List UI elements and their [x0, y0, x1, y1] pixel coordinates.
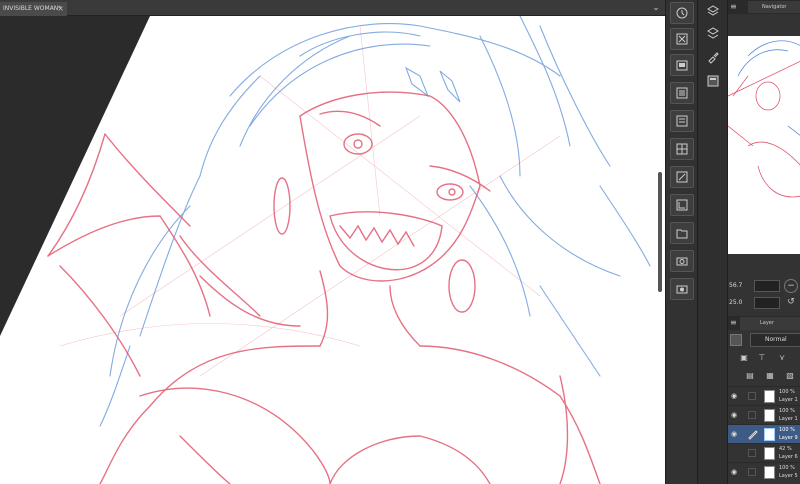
brush-icon[interactable] [702, 46, 724, 68]
layer-opacity: 100 % [779, 408, 795, 414]
merge-layer-icon[interactable] [670, 110, 694, 132]
layer-name: Layer 1 [779, 416, 798, 422]
folder-icon[interactable] [670, 222, 694, 244]
zoom-value: 56.7 [729, 282, 743, 289]
zoom-slider[interactable] [754, 280, 780, 292]
ruler-icon[interactable] [670, 194, 694, 216]
camera-alt-icon[interactable] [670, 278, 694, 300]
blend-mode-select[interactable]: Normal [750, 333, 800, 347]
layer-row[interactable]: ◉ 100 % Layer 5 [728, 462, 800, 481]
layer-toolbar: ▣ ⊤ ⋎ ▤ ▦ ▧ [728, 350, 800, 386]
sketch-canvas[interactable] [0, 16, 665, 484]
layer-row[interactable]: ◉ 100 % Layer 1 [728, 405, 800, 424]
reference-layer-icon[interactable]: ⊤ [756, 352, 768, 364]
document-tab[interactable]: INVISIBLE WOMAN* × [0, 2, 67, 16]
layer-tab-bar: ≡ Layer [728, 316, 800, 330]
lock-checkbox[interactable] [748, 411, 756, 419]
draft-layer-icon[interactable]: ⋎ [776, 352, 788, 364]
side-bar [697, 0, 727, 484]
lock-alpha-icon[interactable]: ▧ [784, 370, 796, 382]
rotate-view-icon[interactable] [670, 2, 694, 24]
menu-icon[interactable]: ≡ [730, 2, 740, 12]
eye-icon[interactable] [731, 449, 741, 457]
lock-checkbox[interactable] [748, 468, 756, 476]
eye-icon[interactable]: ◉ [731, 430, 741, 438]
rotate-reset-icon[interactable]: ↺ [784, 296, 798, 310]
zoom-out-icon[interactable]: − [784, 279, 798, 293]
lock-checkbox[interactable] [748, 449, 756, 457]
layer-menu-icon[interactable]: ≡ [730, 318, 740, 328]
layer-row[interactable]: ◉ 100 % Layer 1 [728, 386, 800, 405]
layer-thumbnail [764, 447, 775, 460]
layer-row-selected[interactable]: ◉ 100 % Layer 9 [728, 424, 800, 443]
layer-name: Layer 1 [779, 397, 798, 403]
tab-navigator[interactable]: Navigator [748, 1, 800, 13]
layer-thumbnail [764, 409, 775, 422]
layer-thumbnail [764, 390, 775, 403]
layer-tab-label: Layer [760, 320, 774, 326]
zoom-control: 56.7 − [728, 278, 800, 294]
vertical-scrollbar[interactable] [658, 172, 662, 292]
navigator-tab-bar: ≡ Navigator [728, 0, 800, 14]
layers-alt-icon[interactable] [702, 22, 724, 44]
blend-mode-row: Normal [728, 332, 800, 348]
eye-icon[interactable]: ◉ [731, 411, 741, 419]
layer-name: Layer 6 [779, 454, 798, 460]
layer-property-icon[interactable] [670, 166, 694, 188]
layers-stack-icon[interactable] [702, 0, 724, 22]
rotate-value: 25.0 [729, 299, 743, 306]
layer-opacity: 42 % [779, 446, 792, 452]
layer-row[interactable]: 42 % Layer 6 [728, 443, 800, 462]
pen-icon [748, 430, 758, 440]
layer-mask-icon[interactable]: ▣ [738, 352, 750, 364]
chevron-down-icon[interactable]: ⌄ [650, 2, 662, 14]
layer-thumbnail [764, 428, 775, 441]
layer-thumbnail [764, 466, 775, 479]
layer-opacity: 100 % [779, 427, 795, 433]
layer-folder-icon[interactable] [670, 54, 694, 76]
eye-icon[interactable]: ◉ [731, 468, 741, 476]
lock-checkbox[interactable] [748, 392, 756, 400]
blend-mode-value: Normal [765, 336, 787, 343]
canvas-area[interactable] [0, 16, 665, 484]
tab-layer[interactable]: Layer [740, 317, 800, 330]
layer-name: Layer 9 [779, 435, 798, 441]
preview-icon[interactable] [702, 70, 724, 92]
navigator-thumbnail [728, 36, 800, 254]
close-icon[interactable]: × [57, 2, 64, 16]
layer-color-swatch[interactable] [730, 334, 742, 346]
new-layer-icon[interactable] [670, 28, 694, 50]
camera-icon[interactable] [670, 250, 694, 272]
command-bar [665, 0, 697, 484]
layer-name: Layer 5 [779, 473, 798, 479]
clip-layer-icon[interactable]: ▤ [744, 370, 756, 382]
right-panel: ≡ Navigator 56.7 − 25.0 ↺ ≡ Layer Normal… [727, 0, 800, 484]
lock-layer-icon[interactable]: ▦ [764, 370, 776, 382]
layer-list: ◉ 100 % Layer 1 ◉ 100 % Layer 1 ◉ 100 % … [728, 386, 800, 481]
eye-icon[interactable]: ◉ [731, 392, 741, 400]
rotate-control: 25.0 ↺ [728, 295, 800, 311]
document-tab-label: INVISIBLE WOMAN* [3, 5, 62, 12]
navigator-preview[interactable] [728, 36, 800, 254]
grid-icon[interactable] [670, 138, 694, 160]
layer-opacity: 100 % [779, 389, 795, 395]
copy-layer-icon[interactable] [670, 82, 694, 104]
document-tab-bar: INVISIBLE WOMAN* × ⌄ [0, 0, 665, 16]
layer-opacity: 100 % [779, 465, 795, 471]
navigator-tab-label: Navigator [762, 4, 787, 10]
rotate-slider[interactable] [754, 297, 780, 309]
